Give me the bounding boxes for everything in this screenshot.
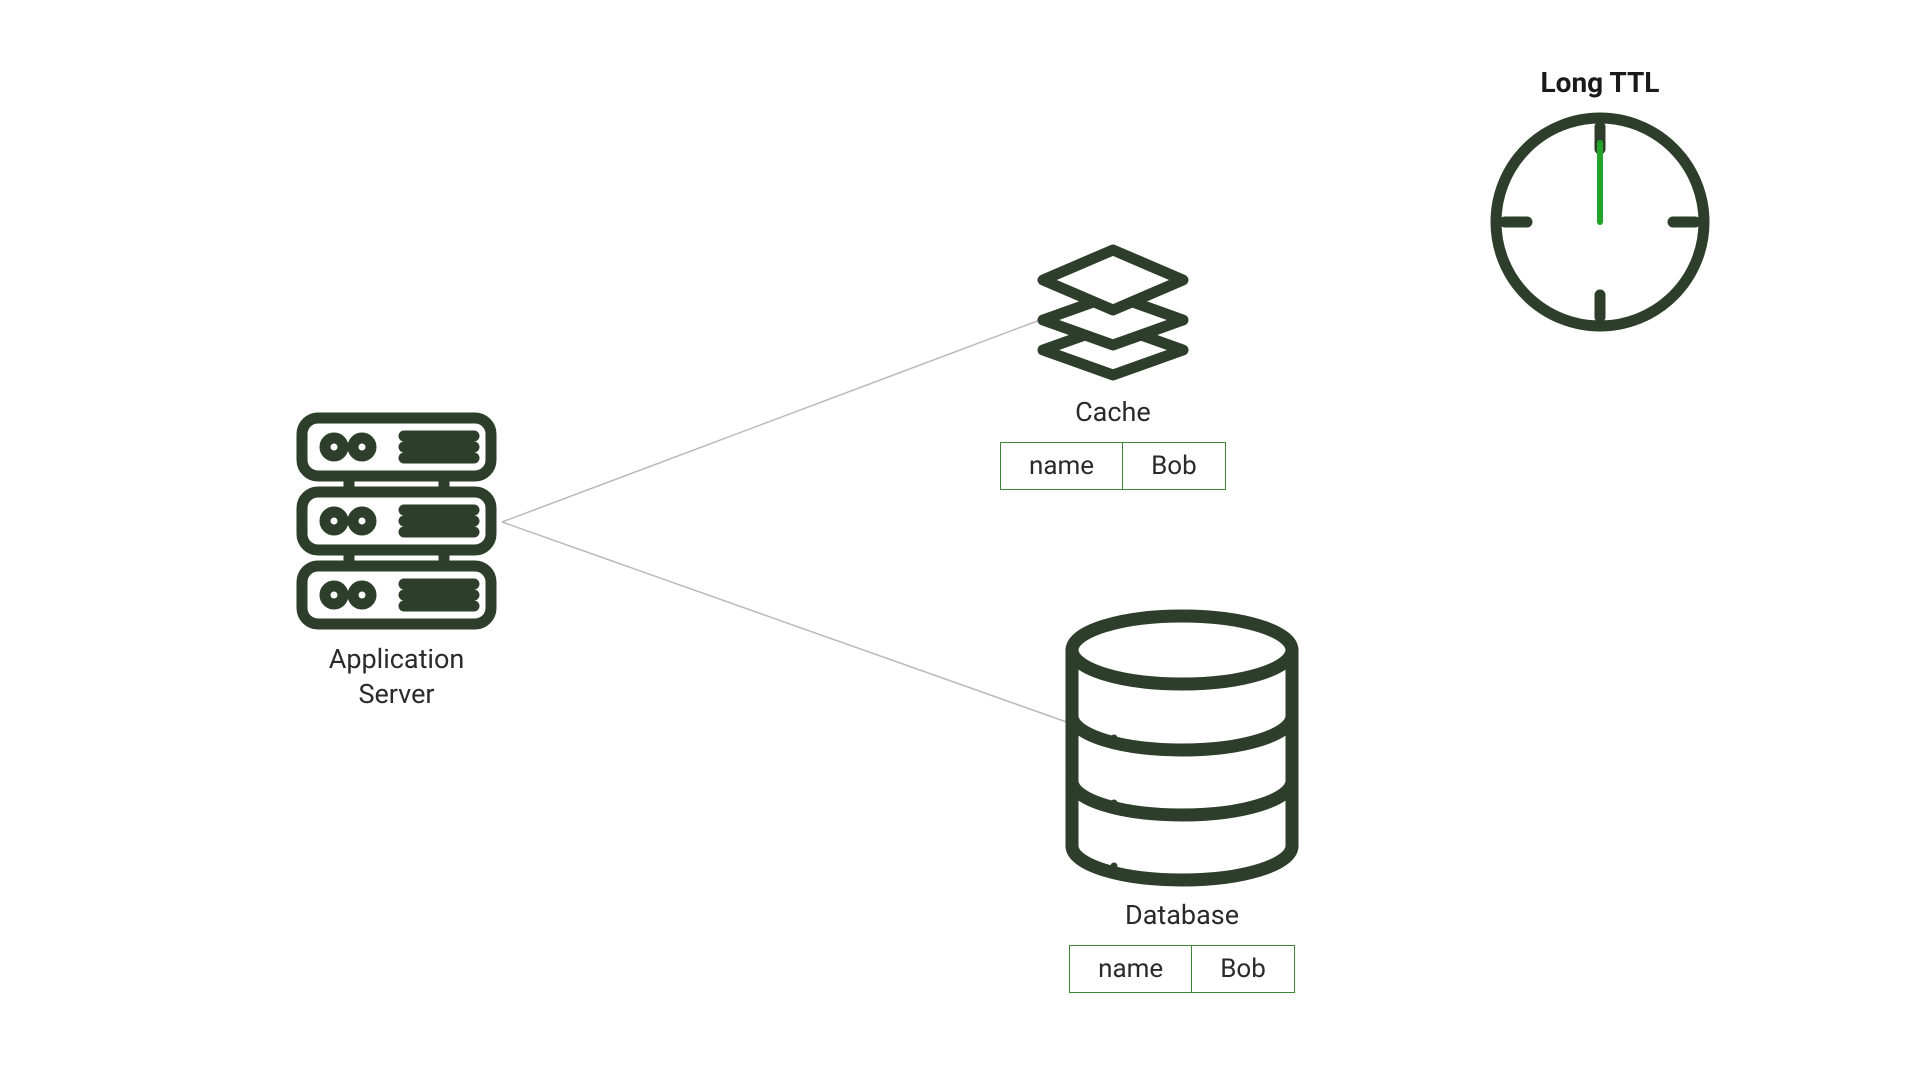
database-kv-key: name [1069, 945, 1192, 993]
diagram-canvas: Application Server Cache name Bob [0, 0, 1920, 1080]
database-node: Database name Bob [1058, 608, 1306, 993]
database-icon [1058, 608, 1306, 888]
server-icon [294, 410, 499, 632]
app-server-label-line2: Server [358, 678, 434, 710]
cache-label: Cache [1075, 395, 1151, 430]
ttl-group: Long TTL [1485, 66, 1715, 337]
cache-node: Cache name Bob [1000, 245, 1226, 490]
clock-icon [1485, 107, 1715, 337]
cache-kv-value: Bob [1123, 442, 1226, 490]
cache-kv-key: name [1000, 442, 1123, 490]
cache-kv-table: name Bob [1000, 442, 1226, 490]
database-kv-table: name Bob [1069, 945, 1295, 993]
ttl-label: Long TTL [1541, 66, 1660, 99]
app-server-node: Application Server [294, 410, 499, 712]
app-server-label-line1: Application [329, 643, 465, 675]
app-server-label: Application Server [329, 642, 465, 712]
database-kv-value: Bob [1192, 945, 1295, 993]
database-label: Database [1125, 898, 1239, 933]
cache-icon [1018, 240, 1208, 385]
